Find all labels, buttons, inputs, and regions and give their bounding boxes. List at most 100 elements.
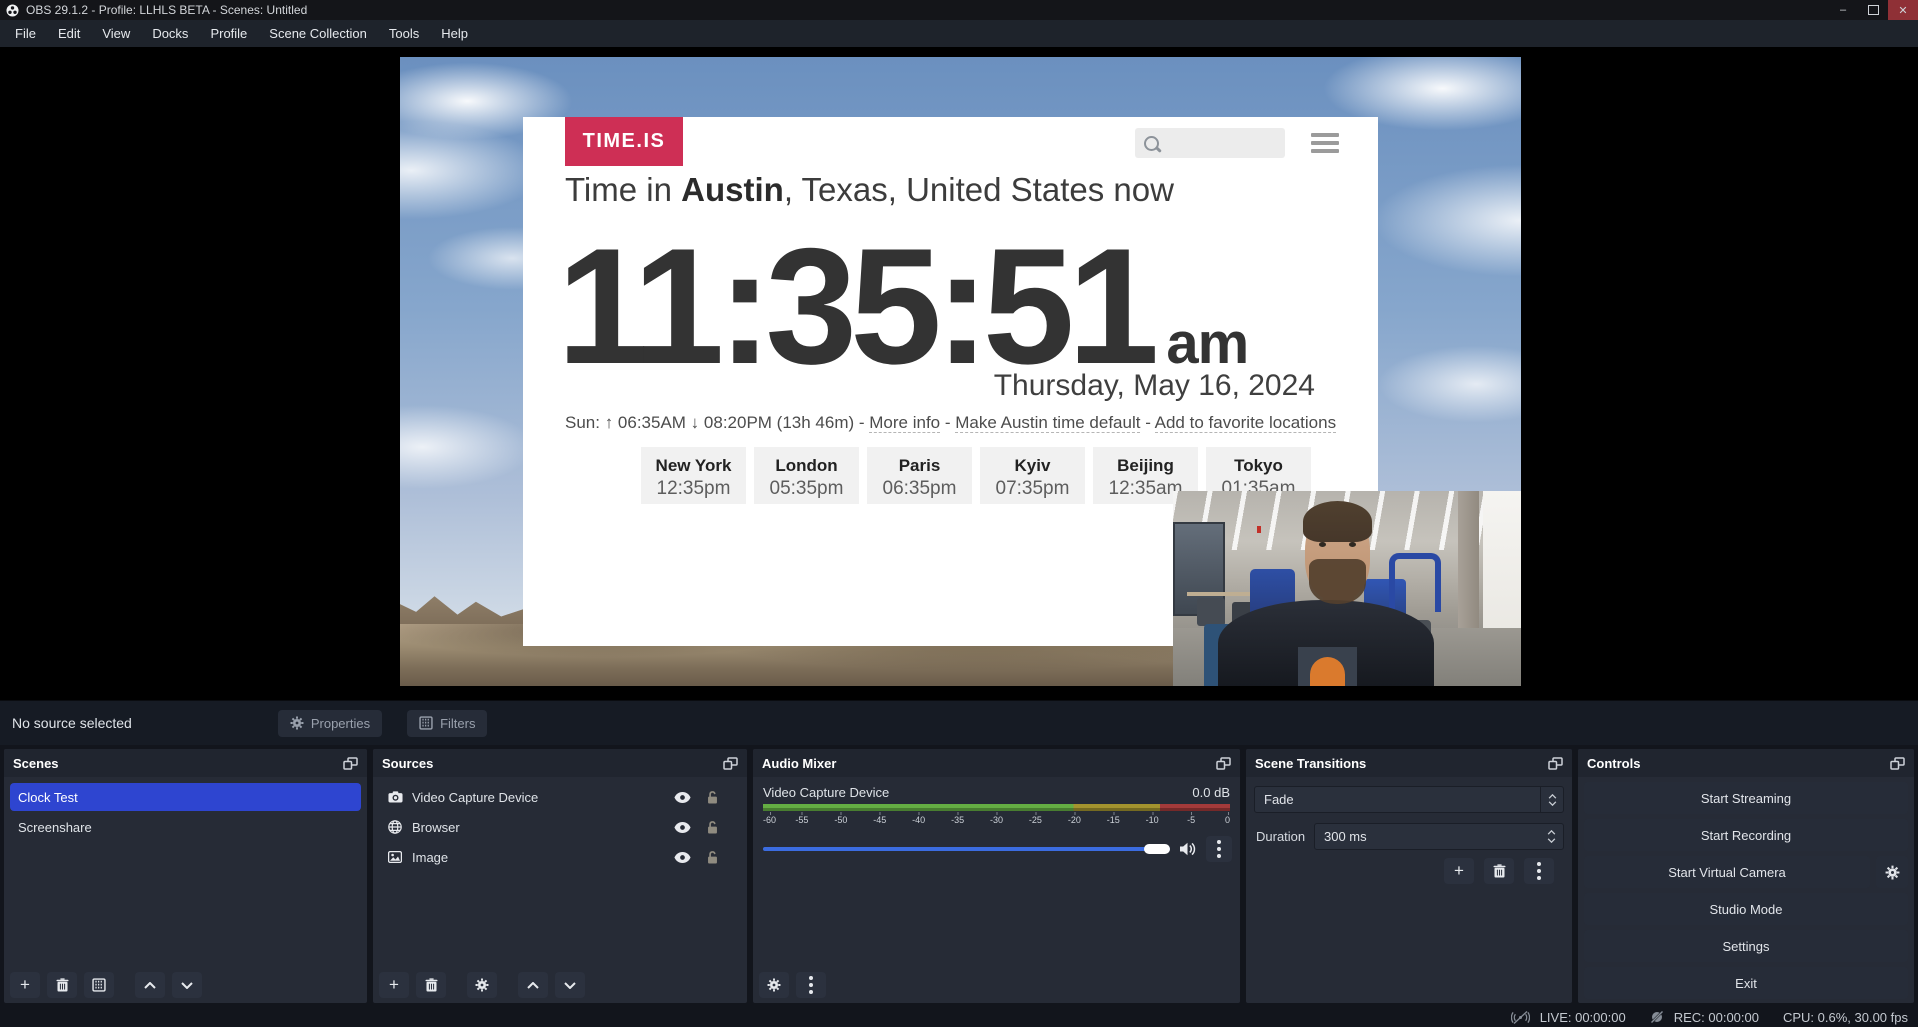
image-icon <box>387 851 403 863</box>
source-move-down-button[interactable] <box>555 972 585 998</box>
select-arrows-icon <box>1540 787 1563 812</box>
city-tile: Kyiv07:35pm <box>980 447 1085 504</box>
source-item-image[interactable]: Image <box>379 843 741 871</box>
lock-icon[interactable] <box>706 850 719 865</box>
menu-view[interactable]: View <box>91 20 141 47</box>
source-item-video-capture[interactable]: Video Capture Device <box>379 783 741 811</box>
menu-bar: File Edit View Docks Profile Scene Colle… <box>0 20 1918 47</box>
popout-icon[interactable] <box>343 757 358 770</box>
virtual-camera-settings-button[interactable] <box>1876 856 1908 888</box>
start-virtual-camera-button[interactable]: Start Virtual Camera <box>1584 856 1870 888</box>
add-scene-button[interactable]: + <box>10 972 40 998</box>
start-recording-button[interactable]: Start Recording <box>1584 819 1908 851</box>
rec-time: REC: 00:00:00 <box>1674 1010 1759 1025</box>
obs-window: OBS 29.1.2 - Profile: LLHLS BETA - Scene… <box>0 0 1918 1027</box>
remove-transition-button[interactable] <box>1484 858 1514 884</box>
kebab-menu-icon <box>1217 840 1221 858</box>
chevron-up-icon <box>527 982 539 989</box>
mixer-channel-menu-button[interactable] <box>1206 836 1232 862</box>
menu-tools[interactable]: Tools <box>378 20 430 47</box>
spin-down-icon[interactable] <box>1547 838 1556 843</box>
visibility-eye-icon[interactable] <box>674 792 691 803</box>
scenes-header[interactable]: Scenes <box>4 749 367 777</box>
source-item-browser[interactable]: Browser <box>379 813 741 841</box>
minimize-button[interactable]: – <box>1828 0 1858 20</box>
scene-item-clock-test[interactable]: Clock Test <box>10 783 361 811</box>
popout-icon[interactable] <box>723 757 738 770</box>
maximize-button[interactable] <box>1858 0 1888 20</box>
window-title: OBS 29.1.2 - Profile: LLHLS BETA - Scene… <box>26 3 307 17</box>
webcam-source[interactable] <box>1173 491 1521 686</box>
speaker-icon[interactable] <box>1179 842 1197 856</box>
spin-up-icon[interactable] <box>1547 830 1556 835</box>
popout-icon[interactable] <box>1890 757 1905 770</box>
scene-move-up-button[interactable] <box>135 972 165 998</box>
advanced-audio-button[interactable] <box>759 972 789 998</box>
menu-profile[interactable]: Profile <box>199 20 258 47</box>
menu-file[interactable]: File <box>4 20 47 47</box>
menu-scene-collection[interactable]: Scene Collection <box>258 20 378 47</box>
controls-panel: Controls Start Streaming Start Recording… <box>1578 749 1914 1003</box>
kebab-menu-icon <box>1537 862 1541 880</box>
stream-status-icon <box>1511 1011 1530 1024</box>
volume-slider[interactable] <box>763 847 1170 851</box>
transition-select[interactable]: Fade <box>1254 786 1564 813</box>
lock-icon[interactable] <box>706 790 719 805</box>
remove-scene-button[interactable] <box>47 972 77 998</box>
scenes-panel: Scenes Clock Test Screenshare + <box>4 749 367 1003</box>
start-streaming-button[interactable]: Start Streaming <box>1584 782 1908 814</box>
preview-canvas[interactable]: TIME.IS Time in Austin, Texas, United St… <box>400 57 1521 686</box>
timeis-logo: TIME.IS <box>565 117 683 166</box>
transition-menu-button[interactable] <box>1524 858 1554 884</box>
exit-button[interactable]: Exit <box>1584 967 1908 999</box>
cpu-fps-stats: CPU: 0.6%, 30.00 fps <box>1783 1010 1908 1025</box>
source-properties-button[interactable] <box>467 972 497 998</box>
source-move-up-button[interactable] <box>518 972 548 998</box>
add-transition-button[interactable]: + <box>1444 858 1474 884</box>
remove-source-button[interactable] <box>416 972 446 998</box>
scene-move-down-button[interactable] <box>172 972 202 998</box>
chevron-down-icon <box>564 982 576 989</box>
maximize-icon <box>1868 5 1879 15</box>
sources-header[interactable]: Sources <box>373 749 747 777</box>
audio-mixer-header[interactable]: Audio Mixer <box>753 749 1240 777</box>
trash-icon <box>425 978 438 992</box>
chevron-up-icon <box>144 982 156 989</box>
menu-edit[interactable]: Edit <box>47 20 91 47</box>
settings-button[interactable]: Settings <box>1584 930 1908 962</box>
volume-meter <box>763 804 1230 811</box>
close-button[interactable]: ✕ <box>1888 0 1918 20</box>
audio-mixer-panel: Audio Mixer Video Capture Device 0.0 dB … <box>753 749 1240 1003</box>
visibility-eye-icon[interactable] <box>674 822 691 833</box>
add-source-button[interactable]: + <box>379 972 409 998</box>
lock-icon[interactable] <box>706 820 719 835</box>
obs-logo-icon <box>6 4 19 17</box>
filters-button[interactable]: Filters <box>407 710 487 737</box>
webcam-person <box>1173 491 1521 686</box>
city-name: Austin <box>681 171 784 208</box>
menu-docks[interactable]: Docks <box>141 20 199 47</box>
camera-icon <box>387 791 403 803</box>
controls-header[interactable]: Controls <box>1578 749 1914 777</box>
gear-icon <box>290 716 304 730</box>
search-input <box>1135 128 1285 158</box>
menu-help[interactable]: Help <box>430 20 479 47</box>
scene-filters-button[interactable] <box>84 972 114 998</box>
add-favorite-link: Add to favorite locations <box>1155 413 1336 433</box>
studio-mode-button[interactable]: Studio Mode <box>1584 893 1908 925</box>
trash-icon <box>56 978 69 992</box>
meter-scale: -60-55-50-45-40-35-30-25-20-15-10-50 <box>763 813 1230 827</box>
current-date: Thursday, May 16, 2024 <box>994 369 1315 403</box>
gear-icon <box>475 978 489 992</box>
volume-slider-handle[interactable] <box>1144 844 1170 854</box>
mixer-menu-button[interactable] <box>796 972 826 998</box>
popout-icon[interactable] <box>1548 757 1563 770</box>
scene-item-screenshare[interactable]: Screenshare <box>10 813 361 841</box>
record-status-icon <box>1650 1010 1664 1024</box>
properties-button[interactable]: Properties <box>278 710 382 737</box>
duration-input[interactable]: 300 ms <box>1314 823 1564 850</box>
popout-icon[interactable] <box>1216 757 1231 770</box>
trash-icon <box>1493 864 1506 878</box>
visibility-eye-icon[interactable] <box>674 852 691 863</box>
transitions-header[interactable]: Scene Transitions <box>1246 749 1572 777</box>
